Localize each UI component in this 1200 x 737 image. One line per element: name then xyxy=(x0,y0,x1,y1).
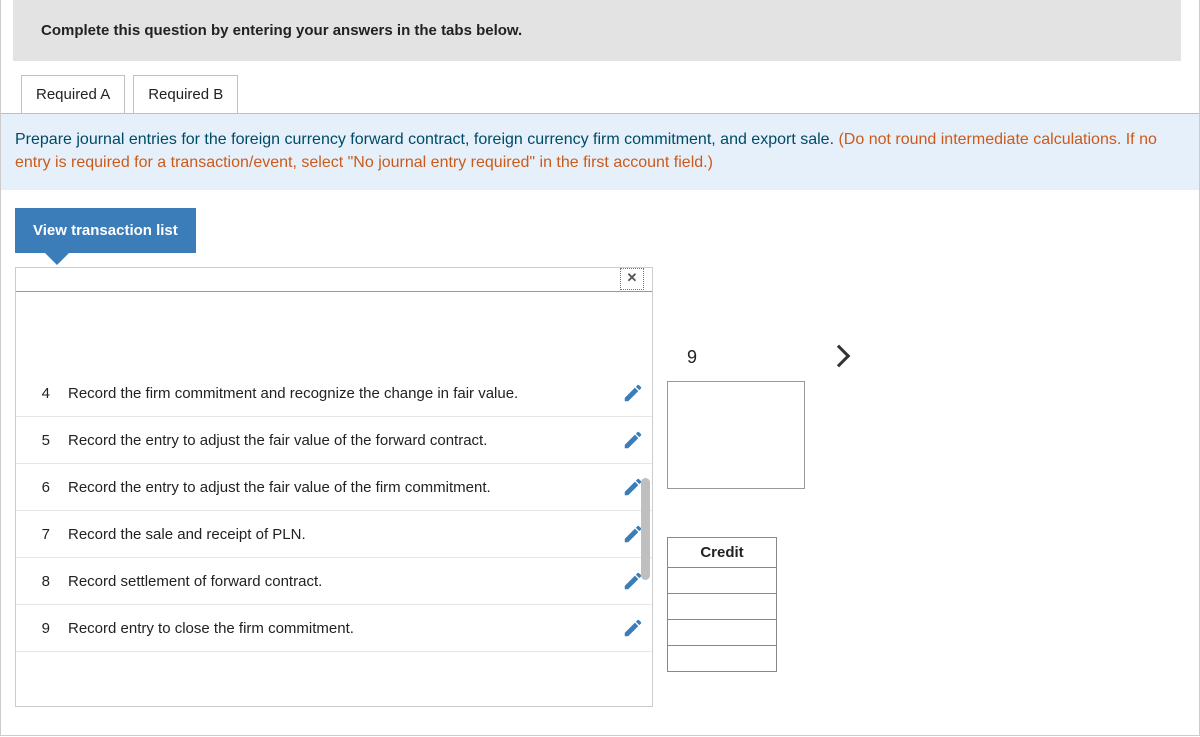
view-transaction-list-button[interactable]: View transaction list xyxy=(15,208,196,253)
credit-table: Credit xyxy=(667,537,777,672)
pencil-icon[interactable] xyxy=(622,429,644,451)
transaction-row[interactable]: 4 Record the firm commitment and recogni… xyxy=(16,370,652,417)
transaction-num: 9 xyxy=(32,620,50,637)
transaction-num: 7 xyxy=(32,526,50,543)
credit-cell[interactable] xyxy=(668,620,777,646)
transaction-num: 5 xyxy=(32,432,50,449)
prompt-main: Prepare journal entries for the foreign … xyxy=(15,131,838,148)
transaction-desc: Record the sale and receipt of PLN. xyxy=(68,524,604,545)
scrollbar-thumb[interactable] xyxy=(641,478,650,580)
close-icon[interactable]: ✕ xyxy=(620,268,644,290)
chevron-right-icon[interactable] xyxy=(831,348,847,368)
transaction-desc: Record the firm commitment and recognize… xyxy=(68,383,604,404)
tab-required-a[interactable]: Required A xyxy=(21,75,125,113)
pager: 9 xyxy=(687,347,847,368)
instruction-text: Complete this question by entering your … xyxy=(41,22,522,39)
transaction-num: 6 xyxy=(32,479,50,496)
instruction-bar: Complete this question by entering your … xyxy=(13,0,1181,61)
credit-cell[interactable] xyxy=(668,594,777,620)
credit-cell[interactable] xyxy=(668,646,777,672)
pencil-icon[interactable] xyxy=(622,382,644,404)
tab-required-b[interactable]: Required B xyxy=(133,75,238,113)
transaction-num: 4 xyxy=(32,385,50,402)
pager-current: 9 xyxy=(687,347,697,368)
transaction-row[interactable]: 7 Record the sale and receipt of PLN. xyxy=(16,511,652,558)
transaction-desc: Record settlement of forward contract. xyxy=(68,571,604,592)
credit-header: Credit xyxy=(668,538,777,568)
credit-cell[interactable] xyxy=(668,568,777,594)
transaction-desc: Record the entry to adjust the fair valu… xyxy=(68,430,604,451)
entry-input-box[interactable] xyxy=(667,381,805,489)
transaction-desc: Record entry to close the firm commitmen… xyxy=(68,618,604,639)
tab-strip: Required A Required B xyxy=(21,75,1199,113)
transaction-num: 8 xyxy=(32,573,50,590)
transaction-row[interactable]: 5 Record the entry to adjust the fair va… xyxy=(16,417,652,464)
transaction-desc: Record the entry to adjust the fair valu… xyxy=(68,477,604,498)
prompt-panel: Prepare journal entries for the foreign … xyxy=(1,113,1199,190)
pencil-icon[interactable] xyxy=(622,617,644,639)
transaction-list: 4 Record the firm commitment and recogni… xyxy=(16,370,652,652)
transaction-row[interactable]: 6 Record the entry to adjust the fair va… xyxy=(16,464,652,511)
transaction-row[interactable]: 8 Record settlement of forward contract. xyxy=(16,558,652,605)
transaction-list-panel: ✕ 4 Record the firm commitment and recog… xyxy=(15,267,653,707)
transaction-row[interactable]: 9 Record entry to close the firm commitm… xyxy=(16,605,652,652)
